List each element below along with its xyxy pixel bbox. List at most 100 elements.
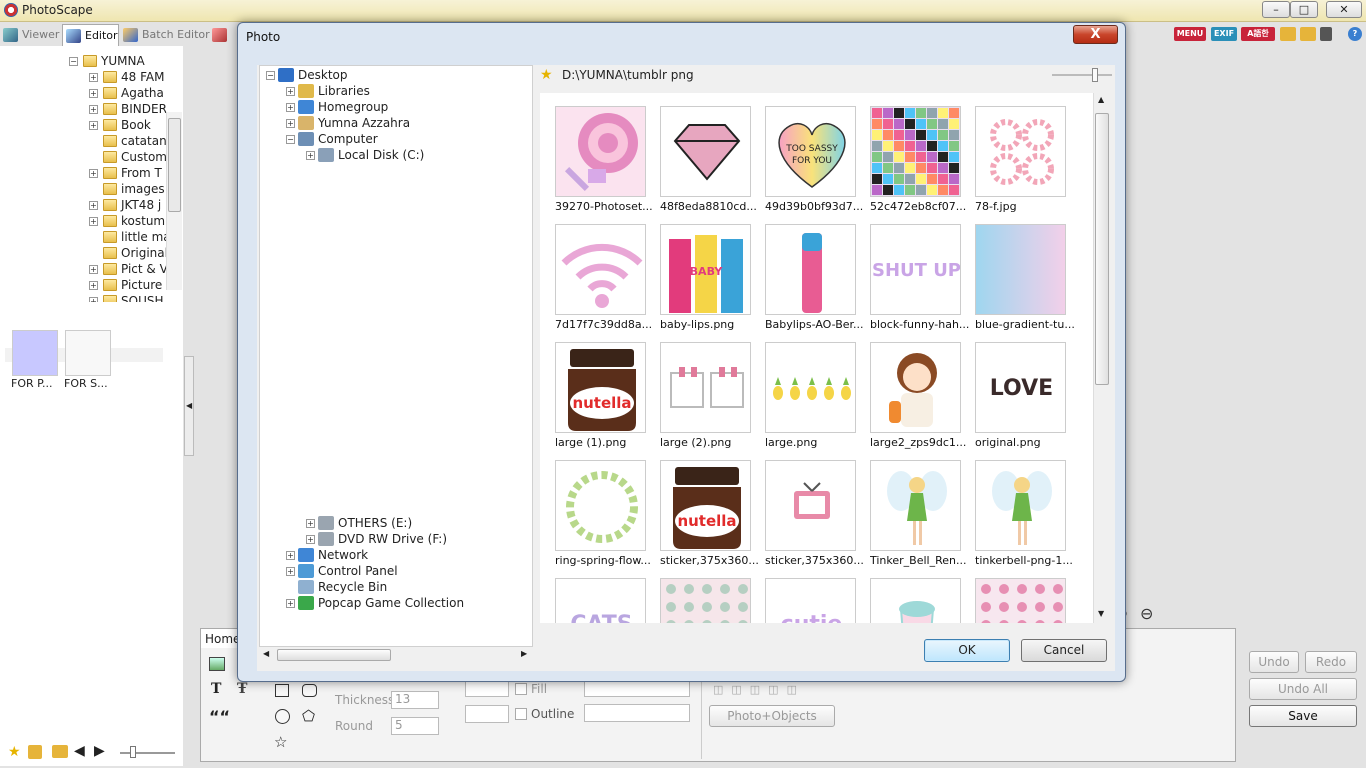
file-thumbnail-item[interactable]: TOO SASSY FOR YOU 49d39b0bf93d7... <box>750 93 863 213</box>
file-thumbnail-item[interactable]: BABY baby-lips.png <box>645 211 751 331</box>
file-thumbnail-item[interactable]: cutie <box>750 565 856 623</box>
image-icon[interactable] <box>1300 27 1316 41</box>
file-thumbnail-item[interactable] <box>645 565 751 623</box>
collapse-toggle[interactable]: − <box>69 57 78 66</box>
refresh-folder-icon[interactable] <box>28 745 42 759</box>
file-thumbnail-item[interactable]: Tinker_Bell_Ren... <box>855 447 966 567</box>
file-grid-vscroll[interactable]: ▲ ▼ <box>1093 93 1110 623</box>
rounded-rect-shape-icon[interactable] <box>302 684 317 697</box>
file-thumbnail-item[interactable]: blue-gradient-tu... <box>960 211 1075 331</box>
file-thumbnail-item[interactable]: 7d17f7c39dd8a... <box>540 211 652 331</box>
thumbnail-zoom-knob[interactable] <box>1092 68 1098 82</box>
file-thumbnail-item[interactable] <box>960 565 1066 623</box>
file-thumbnail-item[interactable]: 39270-Photoset... <box>540 93 653 213</box>
help-icon[interactable]: ? <box>1348 27 1362 41</box>
text-outline-icon[interactable]: Ŧ <box>237 681 247 697</box>
redo-button[interactable]: Redo <box>1305 651 1357 673</box>
folder-tree-vscroll[interactable] <box>166 112 182 290</box>
file-thumbnail-item[interactable]: 52c472eb8cf07... <box>855 93 966 213</box>
expand-toggle[interactable]: + <box>89 169 98 178</box>
back-arrow-icon[interactable]: ◀ <box>74 743 85 759</box>
file-thumbnail-item[interactable]: Babylips-AO-Ber... <box>750 211 864 331</box>
file-thumbnail-item[interactable]: large2_zps9dc1... <box>855 329 966 449</box>
expand-toggle[interactable]: + <box>89 265 98 274</box>
expand-toggle[interactable]: + <box>286 599 295 608</box>
expand-toggle[interactable]: − <box>286 135 295 144</box>
file-thumbnail-item[interactable]: nutella large (1).png <box>540 329 646 449</box>
dialog-tree-hscroll[interactable]: ◀ ▶ <box>259 647 533 663</box>
rectangle-shape-icon[interactable] <box>275 684 289 697</box>
dialog-close-button[interactable]: X <box>1073 25 1118 44</box>
expand-toggle[interactable]: − <box>266 71 275 80</box>
panel-collapse-handle[interactable]: ◀ <box>184 356 194 456</box>
exif-button[interactable]: EXIF <box>1211 27 1237 41</box>
thumbnail-zoom-slider[interactable] <box>1052 74 1112 76</box>
tab-viewer[interactable]: Viewer <box>0 24 62 46</box>
pentagon-shape-icon[interactable]: ⬠ <box>302 707 315 725</box>
language-button[interactable]: A語한 <box>1241 27 1275 41</box>
thumb-for-s[interactable] <box>65 330 111 376</box>
file-thumbnail-item[interactable]: LOVE original.png <box>960 329 1066 449</box>
expand-toggle[interactable]: + <box>286 103 295 112</box>
photo-icon[interactable] <box>209 657 225 671</box>
expand-toggle[interactable]: + <box>89 297 98 302</box>
favorite-icon[interactable]: ★ <box>8 744 21 760</box>
expand-toggle[interactable]: + <box>89 105 98 114</box>
menu-button[interactable]: MENU <box>1174 27 1206 41</box>
file-thumbnail-item[interactable]: CATS <box>540 565 646 623</box>
tab-home[interactable]: Home <box>200 628 240 648</box>
outline-style-dropdown[interactable] <box>465 705 509 723</box>
cancel-button[interactable]: Cancel <box>1021 639 1107 662</box>
expand-toggle[interactable]: + <box>89 73 98 82</box>
outline-color-dropdown[interactable] <box>584 704 690 722</box>
thumb-size-slider[interactable] <box>120 752 175 754</box>
favorite-path-icon[interactable]: ★ <box>540 67 553 83</box>
expand-toggle[interactable]: + <box>306 151 315 160</box>
file-thumbnail-item[interactable]: 78-f.jpg <box>960 93 1066 213</box>
expand-toggle[interactable]: + <box>286 551 295 560</box>
outline-checkbox[interactable] <box>515 708 527 720</box>
text-icon[interactable]: T <box>211 681 221 697</box>
expand-toggle[interactable]: + <box>306 535 315 544</box>
minimize-button[interactable]: – <box>1262 1 1290 18</box>
file-thumbnail-item[interactable]: 48f8eda8810cd... <box>645 93 757 213</box>
fill-checkbox[interactable] <box>515 683 527 695</box>
file-thumbnail-item[interactable]: sticker,375x360... <box>750 447 864 567</box>
round-stepper[interactable]: 5 <box>391 717 439 735</box>
expand-toggle[interactable]: + <box>286 87 295 96</box>
thickness-stepper[interactable]: 13 <box>391 691 439 709</box>
close-app-button[interactable]: ✕ <box>1326 1 1362 18</box>
ok-button[interactable]: OK <box>924 639 1010 662</box>
folder-icon[interactable] <box>1280 27 1296 41</box>
maximize-button[interactable]: □ <box>1290 1 1318 18</box>
file-thumbnail-item[interactable]: nutella sticker,375x360... <box>645 447 759 567</box>
star-shape-icon[interactable]: ☆ <box>274 733 287 751</box>
file-thumbnail-item[interactable]: ring-spring-flow... <box>540 447 651 567</box>
expand-toggle[interactable]: + <box>89 121 98 130</box>
page-tab-icon[interactable] <box>212 28 227 42</box>
expand-toggle[interactable]: + <box>286 119 295 128</box>
file-thumbnail-item[interactable]: tinkerbell-png-1... <box>960 447 1073 567</box>
expand-toggle[interactable]: + <box>89 89 98 98</box>
tab-editor[interactable]: Editor <box>62 24 119 46</box>
photo-objects-button[interactable]: Photo+Objects <box>709 705 835 727</box>
expand-toggle[interactable]: + <box>306 519 315 528</box>
undo-button[interactable]: Undo <box>1249 651 1299 673</box>
file-thumbnail-item[interactable]: large.png <box>750 329 856 449</box>
circle-shape-icon[interactable] <box>275 709 290 724</box>
open-folder-icon[interactable] <box>52 745 68 758</box>
undo-all-button[interactable]: Undo All <box>1249 678 1357 700</box>
save-button[interactable]: Save <box>1249 705 1357 727</box>
thumb-for-p[interactable] <box>12 330 58 376</box>
speech-balloon-icon[interactable]: ““ <box>209 707 230 726</box>
object-tools-icons[interactable]: ◫◫◫◫◫ <box>713 683 833 697</box>
tools-icon[interactable] <box>1320 27 1332 41</box>
expand-toggle[interactable]: + <box>286 567 295 576</box>
zoom-out-icon[interactable]: ⊖ <box>1140 604 1153 623</box>
file-thumbnail-item[interactable]: SHUT UP block-funny-hah... <box>855 211 969 331</box>
file-thumbnail-item[interactable] <box>855 565 961 623</box>
forward-arrow-icon[interactable]: ▶ <box>94 743 105 759</box>
thumb-size-slider-knob[interactable] <box>130 746 136 758</box>
file-thumbnail-item[interactable]: large (2).png <box>645 329 751 449</box>
expand-toggle[interactable]: + <box>89 217 98 226</box>
